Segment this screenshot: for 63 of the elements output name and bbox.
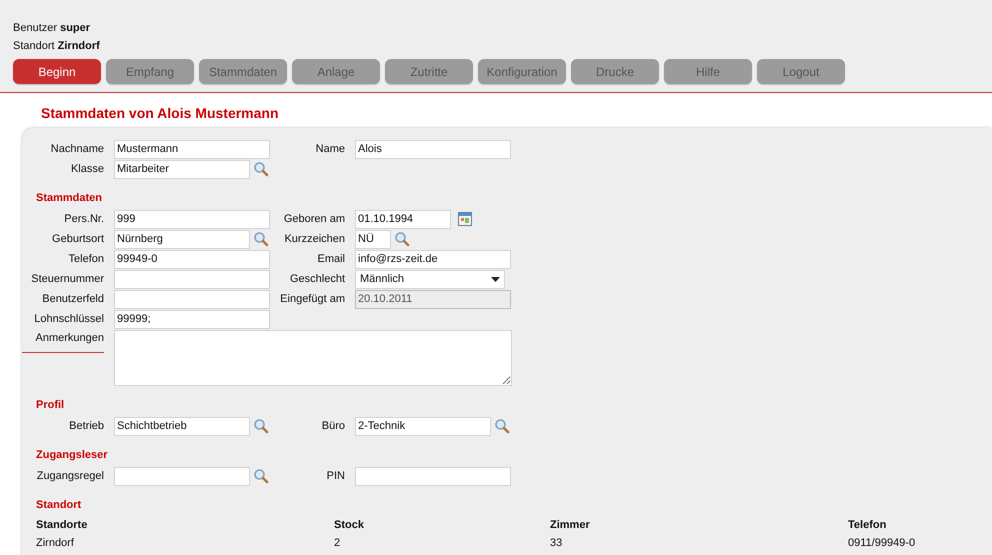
input-field[interactable]: Mitarbeiter <box>114 160 250 178</box>
user-label: Benutzer <box>13 22 58 34</box>
search-icon[interactable] <box>253 161 269 177</box>
search-icon[interactable] <box>253 231 269 247</box>
input-field[interactable]: 99949-0 <box>114 250 270 268</box>
input-field[interactable]: NÜ <box>355 230 391 248</box>
dropdown[interactable]: Männlich <box>355 270 505 288</box>
section-heading: Profil <box>36 399 66 411</box>
input-field[interactable]: 999 <box>114 210 270 228</box>
table-cell-text: 33 <box>550 537 564 549</box>
field-label: Steuernummer <box>30 273 104 285</box>
input-field[interactable]: 20.10.2011 <box>355 290 511 308</box>
calendar-icon[interactable] <box>458 212 472 226</box>
column-header: Zimmer <box>550 519 591 531</box>
field-label: Nachname <box>50 143 104 155</box>
field-label: Email <box>316 253 345 265</box>
field-label: Klasse <box>70 163 104 175</box>
input-field[interactable]: 2-Technik <box>355 416 491 436</box>
section-heading: Zugangsleser <box>36 449 109 461</box>
input-field[interactable] <box>355 466 511 486</box>
date-field[interactable]: 01.10.1994 <box>355 210 451 228</box>
field-label: PIN <box>326 470 345 482</box>
input-field[interactable]: info@rzs-zeit.de <box>355 250 511 268</box>
field-label: Betrieb <box>68 420 104 432</box>
field-label: Büro <box>320 420 345 432</box>
search-icon[interactable] <box>394 231 410 247</box>
search-icon[interactable] <box>253 418 269 434</box>
field-label: Eingefügt am <box>280 293 345 305</box>
input-field[interactable] <box>114 466 250 486</box>
input-field[interactable] <box>114 290 270 308</box>
table-cell-text: 2 <box>334 537 342 549</box>
column-header: Standorte <box>36 519 88 531</box>
section-heading: Standort <box>36 499 82 511</box>
location-name: Zirndorf <box>58 40 100 52</box>
field-label: Name <box>314 143 345 155</box>
field-label: Benutzerfeld <box>41 293 104 305</box>
search-icon[interactable] <box>494 418 510 434</box>
field-label: Kurzzeichen <box>283 233 345 245</box>
section-heading: Stammdaten <box>36 192 104 204</box>
table-cell-text: Zirndorf <box>36 537 75 549</box>
table-cell-text: 0911/99949-0 <box>848 537 916 549</box>
input-field[interactable]: 99999; <box>114 310 270 328</box>
input-field[interactable] <box>114 270 270 288</box>
column-header: Stock <box>334 519 365 531</box>
nav-tab[interactable]: Beginn <box>13 59 101 84</box>
field-label: Geburtsort <box>51 233 104 245</box>
caret-icon <box>491 276 500 282</box>
field-label: Geschlecht <box>288 273 345 285</box>
user-name: super <box>60 22 90 34</box>
field-label: Zugangsregel <box>36 470 104 482</box>
input-field[interactable]: Nürnberg <box>114 230 250 248</box>
field-label: Lohnschlüssel <box>33 313 104 325</box>
input-field[interactable]: Alois <box>355 140 511 158</box>
field-label: Geboren am <box>282 213 345 225</box>
field-label: Telefon <box>68 253 104 265</box>
field-label: Anmerkungen <box>22 329 104 353</box>
page-title: Stammdaten von Alois Mustermann <box>41 105 280 123</box>
column-header: Telefon <box>848 519 888 531</box>
search-icon[interactable] <box>253 468 269 484</box>
input-field[interactable]: Schichtbetrieb <box>114 416 250 436</box>
location-label: Standort <box>13 40 55 52</box>
input-field[interactable]: Mustermann <box>114 140 270 158</box>
field-label: Pers.Nr. <box>63 213 104 225</box>
